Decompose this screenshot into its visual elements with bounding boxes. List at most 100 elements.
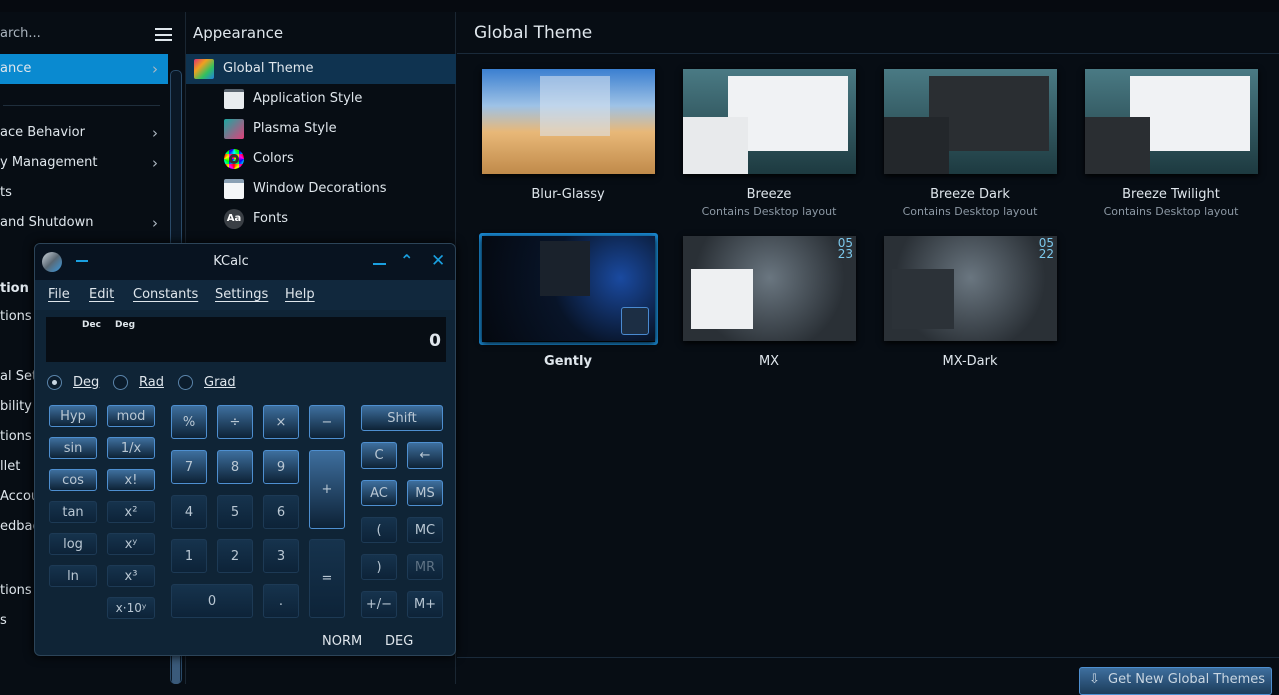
shift-button[interactable]: Shift [361, 405, 443, 431]
display-value: 0 [429, 331, 441, 351]
sin-button[interactable]: sin [49, 437, 97, 459]
digit-4-button[interactable]: 4 [171, 495, 207, 529]
global-theme-icon [194, 59, 214, 79]
tan-button[interactable]: tan [49, 501, 97, 523]
kcalc-window: KCalc ⌃ ✕ File Edit Constants Settings H… [34, 243, 456, 656]
minimize-icon[interactable] [373, 263, 386, 265]
chevron-right-icon: › [152, 124, 158, 142]
log-button[interactable]: log [49, 533, 97, 555]
sidebar-item-shortcuts[interactable]: ts [0, 178, 168, 208]
sidebar-item-label: ance [0, 61, 32, 76]
clear-button[interactable]: C [361, 442, 397, 469]
add-button[interactable]: + [309, 450, 345, 529]
divider [457, 53, 1279, 54]
menu-help[interactable]: Help [285, 280, 315, 310]
calc-display: Dec Deg 0 [46, 317, 446, 362]
cos-button[interactable]: cos [49, 469, 97, 491]
menu-bar: File Edit Constants Settings Help [35, 280, 455, 310]
power-button[interactable]: xʸ [107, 533, 155, 555]
window-decorations-icon [224, 179, 244, 199]
multiply-button[interactable]: × [263, 405, 299, 439]
theme-thumbnail-blur-glassy[interactable] [482, 69, 655, 174]
get-new-themes-button[interactable]: ⇩ Get New Global Themes [1079, 667, 1272, 695]
equals-button[interactable]: = [309, 539, 345, 618]
ln-button[interactable]: ln [49, 565, 97, 587]
square-button[interactable]: x² [107, 501, 155, 523]
menu-edit[interactable]: Edit [89, 280, 114, 310]
theme-name: Blur-Glassy [531, 187, 605, 202]
radio-rad[interactable] [113, 375, 128, 390]
factorial-button[interactable]: x! [107, 469, 155, 491]
category-item-colors[interactable]: Colors [186, 144, 456, 174]
title-bar [0, 0, 1279, 12]
hyp-button[interactable]: Hyp [49, 405, 97, 427]
theme-thumbnail-breeze-dark[interactable] [884, 69, 1057, 174]
chevron-right-icon: › [152, 214, 158, 232]
plasma-style-icon [224, 119, 244, 139]
sidebar-item-window-management[interactable]: y Management › [0, 148, 168, 178]
hamburger-menu-icon[interactable] [155, 28, 172, 41]
chevron-right-icon: › [152, 154, 158, 172]
all-clear-button[interactable]: AC [361, 480, 397, 506]
memory-clear-button[interactable]: MC [407, 517, 443, 543]
category-item-window-decorations[interactable]: Window Decorations [186, 174, 456, 204]
sign-toggle-button[interactable]: +/− [361, 591, 397, 618]
menu-constants[interactable]: Constants [133, 280, 198, 310]
radio-rad-label[interactable]: Rad [139, 375, 164, 390]
radio-grad[interactable] [178, 375, 193, 390]
digit-7-button[interactable]: 7 [171, 450, 207, 484]
window-title: KCalc [213, 254, 249, 269]
digit-0-button[interactable]: 0 [171, 584, 253, 618]
theme-thumbnail-mx-dark[interactable]: 05 22 [884, 236, 1057, 341]
sidebar-item-startup-shutdown[interactable]: and Shutdown › [0, 208, 168, 238]
scrollbar-thumb[interactable] [172, 652, 180, 684]
radio-grad-label[interactable]: Grad [204, 375, 236, 390]
maximize-icon[interactable]: ⌃ [400, 251, 413, 270]
page-title: Global Theme [474, 23, 593, 43]
digit-5-button[interactable]: 5 [217, 495, 253, 529]
theme-subtitle: Contains Desktop layout [902, 205, 1038, 218]
mod-button[interactable]: mod [107, 405, 155, 427]
close-icon[interactable]: ✕ [431, 251, 445, 271]
theme-name: Breeze Twilight [1122, 187, 1220, 202]
digit-8-button[interactable]: 8 [217, 450, 253, 484]
memory-store-button[interactable]: MS [407, 480, 443, 506]
subtract-button[interactable]: − [309, 405, 345, 439]
exp-button[interactable]: x·10ʸ [107, 597, 155, 619]
category-item-fonts[interactable]: Aa Fonts [186, 204, 456, 234]
radio-deg-label[interactable]: Deg [73, 375, 99, 390]
menu-file[interactable]: File [48, 280, 70, 310]
digit-2-button[interactable]: 2 [217, 539, 253, 573]
search-input[interactable]: arch... [0, 22, 140, 46]
digit-1-button[interactable]: 1 [171, 539, 207, 573]
percent-button[interactable]: % [171, 405, 207, 439]
image-preview-icon[interactable] [621, 307, 649, 335]
sidebar-item-workspace-behavior[interactable]: ace Behavior › [0, 118, 168, 148]
theme-thumbnail-mx[interactable]: 05 23 [683, 236, 856, 341]
category-item-plasma-style[interactable]: Plasma Style [186, 114, 456, 144]
category-item-application-style[interactable]: Application Style [186, 84, 456, 114]
theme-thumbnail-breeze[interactable] [683, 69, 856, 174]
cube-button[interactable]: x³ [107, 565, 155, 587]
open-paren-button[interactable]: ( [361, 517, 397, 543]
radio-deg[interactable] [47, 375, 62, 390]
digit-3-button[interactable]: 3 [263, 539, 299, 573]
divider [3, 105, 160, 106]
sidebar-item-appearance[interactable]: ance › [0, 54, 168, 84]
category-item-global-theme[interactable]: Global Theme [186, 54, 456, 84]
divider [457, 657, 1279, 658]
memory-add-button[interactable]: M+ [407, 591, 443, 618]
theme-thumbnail-gently[interactable] [482, 236, 655, 341]
decimal-button[interactable]: . [263, 584, 299, 618]
angle-indicator: Deg [115, 320, 136, 330]
close-paren-button[interactable]: ) [361, 554, 397, 580]
memory-recall-button[interactable]: MR [407, 554, 443, 580]
digit-9-button[interactable]: 9 [263, 450, 299, 484]
digit-6-button[interactable]: 6 [263, 495, 299, 529]
reciprocal-button[interactable]: 1/x [107, 437, 155, 459]
theme-name: MX [758, 354, 780, 369]
theme-thumbnail-breeze-twilight[interactable] [1085, 69, 1258, 174]
backspace-button[interactable]: ← [407, 442, 443, 469]
menu-settings[interactable]: Settings [215, 280, 268, 310]
divide-button[interactable]: ÷ [217, 405, 253, 439]
